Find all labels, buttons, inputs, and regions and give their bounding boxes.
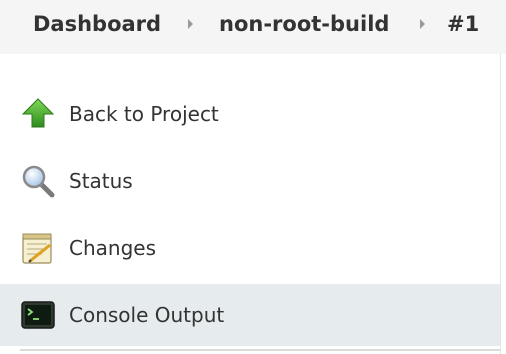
breadcrumb-item-build[interactable]: #1: [447, 12, 479, 36]
task-console-output[interactable]: Console Output: [0, 284, 500, 346]
breadcrumb-item-dashboard[interactable]: Dashboard: [33, 12, 161, 36]
side-panel: Back to Project Status Changes Console O…: [0, 54, 501, 354]
breadcrumb-separator-icon[interactable]: [420, 19, 425, 29]
divider: [20, 349, 500, 351]
up-arrow-icon: [21, 98, 55, 128]
task-back-to-project[interactable]: Back to Project: [0, 83, 500, 145]
task-label: Console Output: [69, 303, 225, 327]
task-changes[interactable]: Changes: [0, 217, 500, 279]
breadcrumb-separator-icon[interactable]: [188, 19, 193, 29]
terminal-icon: [21, 301, 55, 329]
task-status[interactable]: Status: [0, 150, 500, 212]
task-label: Back to Project: [69, 102, 219, 126]
task-label: Status: [69, 169, 133, 193]
breadcrumb-item-job[interactable]: non-root-build: [219, 12, 389, 36]
magnifier-icon: [22, 165, 55, 198]
task-label: Changes: [69, 236, 156, 260]
breadcrumb: Dashboard non-root-build #1: [0, 0, 506, 54]
notepad-icon: [22, 233, 52, 264]
